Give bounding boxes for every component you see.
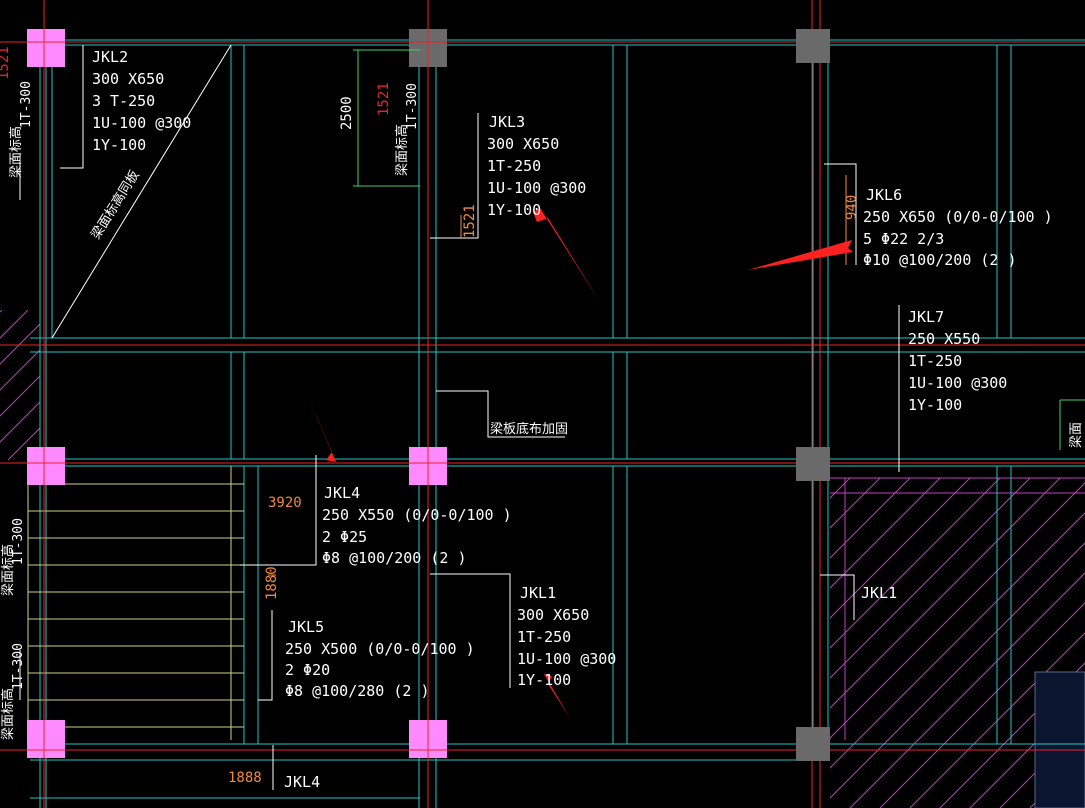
dim-1521-top: 1521 <box>376 82 392 116</box>
beam-bottom: 1Y-100 <box>92 136 146 154</box>
side-label-mid-top: 1T-300 <box>405 83 420 130</box>
beam-label-jkl7[interactable]: JKL7 250 X550 1T-250 1U-100 @300 1Y-100 <box>908 308 1007 414</box>
hatch-line <box>830 478 1001 649</box>
beam-label-jkl6[interactable]: JKL6 250 X650 (0/0-0/100 ) 5 Φ22 2/3 Φ10… <box>863 186 1053 269</box>
beam-size: 300 X650 <box>487 135 559 153</box>
beam-stirrup: Φ10 @100/200 (2 ) <box>863 251 1017 269</box>
beam-name: JKL4 <box>324 484 360 502</box>
hatch-line <box>830 478 911 559</box>
dim-1880-vertical: 1880 <box>264 566 280 600</box>
hatch-line <box>830 478 881 529</box>
side-note-right: 梁面 <box>1069 422 1084 448</box>
beam-stirrup: Φ8 @100/200 (2 ) <box>322 549 467 567</box>
beam-size: 250 X550 <box>908 330 980 348</box>
beam-label-jkl2[interactable]: JKL2 300 X650 3 T-250 1U-100 @300 1Y-100 <box>92 48 191 154</box>
hatch-line <box>138 310 288 460</box>
hatch-line <box>830 478 1031 679</box>
overlay-panel <box>1034 671 1085 808</box>
beam-stirrup: 1U-100 @300 <box>517 650 616 668</box>
beam-label-jkl4-bottom[interactable]: JKL4 <box>284 773 320 791</box>
beam-name: JKL7 <box>908 308 944 326</box>
stair-treads <box>28 483 244 728</box>
side-note-edge-2: 梁面标高 <box>394 124 410 176</box>
dim-3920: 3920 <box>268 495 302 511</box>
beam-size: 250 X550 (0/0-0/100 ) <box>322 506 512 524</box>
dim-1888: 1888 <box>228 770 262 786</box>
column-gray[interactable] <box>796 727 830 761</box>
beam-label-jkl3[interactable]: JKL3 300 X650 1T-250 1U-100 @300 1Y-100 <box>487 113 586 219</box>
beam-rebar-top: 1T-250 <box>908 352 962 370</box>
beam-rebar-top: 1T-250 <box>487 157 541 175</box>
beam-size: 300 X650 <box>517 606 589 624</box>
side-note-edge-1: 梁面标高 <box>8 126 24 178</box>
beam-rebar: 5 Φ22 2/3 <box>863 230 944 248</box>
hatch-line <box>190 310 340 460</box>
beam-stirrup: Φ8 @100/280 (2 ) <box>285 682 430 700</box>
beam-label-jkl1[interactable]: JKL1 300 X650 1T-250 1U-100 @300 1Y-100 <box>517 584 616 689</box>
beam-label-jkl4[interactable]: JKL4 250 X550 (0/0-0/100 ) 2 Φ25 Φ8 @100… <box>322 484 512 567</box>
leader-lines <box>19 45 900 790</box>
beam-stirrup: 1U-100 @300 <box>92 114 191 132</box>
beam-rebar: 2 Φ20 <box>285 661 330 679</box>
beam-rebar-top: 1T-250 <box>517 628 571 646</box>
beam-rebar: 2 Φ25 <box>322 528 367 546</box>
hatch-line <box>86 310 236 460</box>
arrow-jkl6 <box>748 240 853 270</box>
structural-plan: JKL2 300 X650 3 T-250 1U-100 @300 1Y-100… <box>0 0 1085 808</box>
beam-size: 250 X500 (0/0-0/100 ) <box>285 640 475 658</box>
arrow-jkl3 <box>533 208 600 302</box>
mid-note: 梁板底布加固 <box>490 421 568 437</box>
side-note-edge-4: 梁面标高 <box>0 688 16 740</box>
dim-2500: 2500 <box>339 96 355 130</box>
stair-verticals <box>27 466 232 740</box>
side-label-left-top: 1T-300 <box>19 81 34 128</box>
hatch-line <box>33 453 40 460</box>
column-gray[interactable] <box>796 447 830 481</box>
hatch-line <box>0 310 3 313</box>
column-pink[interactable] <box>27 29 65 67</box>
hatch-line <box>0 375 40 417</box>
beam-bottom: 1Y-100 <box>487 201 541 219</box>
cad-drawing-canvas[interactable]: JKL2 300 X650 3 T-250 1U-100 @300 1Y-100… <box>0 0 1085 808</box>
beam-name: JKL6 <box>866 186 902 204</box>
hatched-region-left <box>0 310 340 460</box>
beam-bottom: 1Y-100 <box>517 671 571 689</box>
hatch-line <box>0 401 40 443</box>
beam-name: JKL1 <box>520 584 556 602</box>
beam-label-jkl5[interactable]: JKL5 250 X500 (0/0-0/100 ) 2 Φ20 Φ8 @100… <box>285 618 475 700</box>
arrow-jkl4 <box>304 388 336 462</box>
dim-1521-mid: 1521 <box>462 204 478 238</box>
dim-1521-left: 1521 <box>0 46 12 80</box>
beam-size: 250 X650 (0/0-0/100 ) <box>863 208 1053 226</box>
beam-rebar-top: 3 T-250 <box>92 92 155 110</box>
hatch-line <box>60 310 210 460</box>
beam-name: JKL3 <box>489 113 525 131</box>
beam-name: JKL2 <box>92 48 128 66</box>
column-pink[interactable] <box>27 720 65 758</box>
hatch-line <box>430 478 760 808</box>
side-label-left-bot: 1T-300 <box>11 643 26 690</box>
hatch-line <box>830 478 941 589</box>
beam-name: JKL5 <box>288 618 324 636</box>
dim-940: 940 <box>844 195 860 220</box>
hatch-line <box>112 310 262 460</box>
beam-size: 300 X650 <box>92 70 164 88</box>
side-note-edge-3: 梁面标高 <box>0 544 16 596</box>
hatch-line <box>164 310 314 460</box>
column-gray[interactable] <box>796 29 830 63</box>
diagonal-note: 梁面标高同板 <box>88 167 143 242</box>
opening-diagonal <box>51 44 232 339</box>
beam-stirrup: 1U-100 @300 <box>908 374 1007 392</box>
beam-label-jkl1-right[interactable]: JKL1 <box>861 584 897 602</box>
beam-bottom: 1Y-100 <box>908 396 962 414</box>
beam-stirrup: 1U-100 @300 <box>487 179 586 197</box>
column-pink[interactable] <box>27 447 65 485</box>
